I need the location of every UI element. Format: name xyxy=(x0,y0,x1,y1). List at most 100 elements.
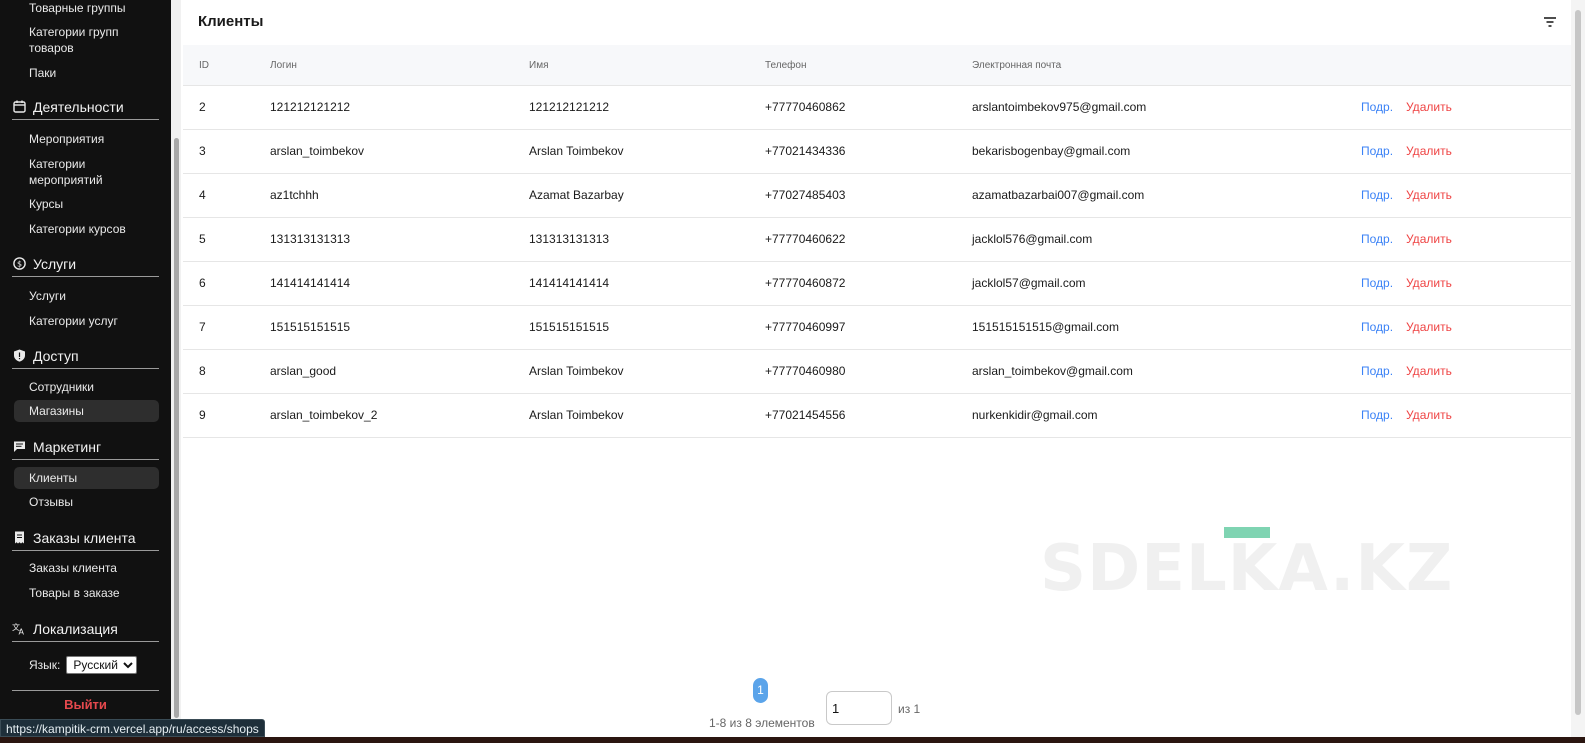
dollar-circle-icon: $ xyxy=(12,257,26,271)
cell-login: arslan_good xyxy=(270,364,337,378)
table-row: 8 arslan_good Arslan Toimbekov +77770460980… xyxy=(183,350,1571,394)
svg-text:$: $ xyxy=(16,260,21,269)
sidebar-item-clients[interactable]: Клиенты xyxy=(14,467,159,489)
cell-email: jacklol57@gmail.com xyxy=(972,276,1086,290)
cell-id: 9 xyxy=(199,408,206,422)
detail-link[interactable]: Подр. xyxy=(1361,262,1393,305)
cell-login: 131313131313 xyxy=(270,232,351,246)
detail-link[interactable]: Подр. xyxy=(1361,394,1393,437)
sidebar-item-service-categories[interactable]: Категории услуг xyxy=(14,310,159,332)
sidebar-section-localization: 文A Локализация xyxy=(12,616,159,642)
table-header: ID Логин Имя Телефон Электронная почта xyxy=(183,45,1571,86)
cell-id: 6 xyxy=(199,276,206,290)
sidebar-item-events[interactable]: Мероприятия xyxy=(14,128,159,150)
translate-icon: 文A xyxy=(12,622,26,636)
detail-link[interactable]: Подр. xyxy=(1361,350,1393,393)
sidebar-item-order-products[interactable]: Товары в заказе xyxy=(14,582,159,604)
cell-name: Azamat Bazarbay xyxy=(529,188,624,202)
table-row: 3 arslan_toimbekov Arslan Toimbekov +770214… xyxy=(183,130,1571,174)
cell-phone: +77021454556 xyxy=(765,408,846,422)
cell-id: 7 xyxy=(199,320,206,334)
sidebar-section-services: $ Услуги xyxy=(12,251,159,277)
section-title: Заказы клиента xyxy=(33,529,136,546)
detail-link[interactable]: Подр. xyxy=(1361,130,1393,173)
svg-text:A: A xyxy=(19,628,25,636)
section-title: Маркетинг xyxy=(33,438,102,455)
cell-id: 3 xyxy=(199,144,206,158)
sidebar-section-marketing: Маркетинг xyxy=(12,434,159,460)
sidebar-item-reviews[interactable]: Отзывы xyxy=(14,491,159,513)
section-title: Деятельности xyxy=(33,98,124,115)
status-bar-url: https://kampitik-crm.vercel.app/ru/acces… xyxy=(0,719,265,737)
logout-button[interactable]: Выйти xyxy=(0,697,171,712)
cell-login: 141414141414 xyxy=(270,276,351,290)
sidebar-item-packs[interactable]: Паки xyxy=(14,62,159,84)
delete-link[interactable]: Удалить xyxy=(1406,394,1452,437)
sidebar-item-event-categories[interactable]: Категории мероприятий xyxy=(14,155,159,189)
cell-email: azamatbazarbai007@gmail.com xyxy=(972,188,1145,202)
cell-phone: +77770460872 xyxy=(765,276,846,290)
sidebar-section-client-orders: Заказы клиента xyxy=(12,525,159,551)
detail-link[interactable]: Подр. xyxy=(1361,86,1393,129)
sidebar-section-access: Доступ xyxy=(12,343,159,369)
sidebar-item-employees[interactable]: Сотрудники xyxy=(14,376,159,398)
delete-link[interactable]: Удалить xyxy=(1406,218,1452,261)
message-icon xyxy=(12,440,26,454)
sidebar-item-course-categories[interactable]: Категории курсов xyxy=(14,218,159,240)
filter-icon[interactable] xyxy=(1542,14,1558,30)
cell-name: 141414141414 xyxy=(529,276,610,290)
cell-login: 151515151515 xyxy=(270,320,351,334)
cell-phone: +77770460862 xyxy=(765,100,846,114)
detail-link[interactable]: Подр. xyxy=(1361,218,1393,261)
cell-email: nurkenkidir@gmail.com xyxy=(972,408,1098,422)
column-header-email[interactable]: Электронная почта xyxy=(972,45,1061,86)
cell-phone: +77770460997 xyxy=(765,320,846,334)
page-title: Клиенты xyxy=(198,13,264,30)
delete-link[interactable]: Удалить xyxy=(1406,350,1452,393)
cell-email: 151515151515@gmail.com xyxy=(972,320,1119,334)
table-row: 5 131313131313 131313131313 +77770460622 jac… xyxy=(183,218,1571,262)
cell-email: bekarisbogenbay@gmail.com xyxy=(972,144,1131,158)
cell-login: arslan_toimbekov xyxy=(270,144,365,158)
delete-link[interactable]: Удалить xyxy=(1406,130,1452,173)
sidebar-item-product-groups[interactable]: Товарные группы xyxy=(14,0,159,19)
cell-name: Arslan Toimbekov xyxy=(529,144,624,158)
delete-link[interactable]: Удалить xyxy=(1406,86,1452,129)
sidebar-item-services[interactable]: Услуги xyxy=(14,285,159,307)
sidebar-scrollbar-thumb[interactable] xyxy=(174,138,179,718)
pagination-of-text: из 1 xyxy=(898,702,921,716)
pagination-jump-input[interactable] xyxy=(826,691,892,725)
page-scrollbar-thumb[interactable] xyxy=(1575,10,1581,715)
cell-id: 4 xyxy=(199,188,206,202)
column-header-login[interactable]: Логин xyxy=(270,45,297,86)
section-title: Локализация xyxy=(33,620,118,637)
detail-link[interactable]: Подр. xyxy=(1361,306,1393,349)
detail-link[interactable]: Подр. xyxy=(1361,174,1393,217)
column-header-name[interactable]: Имя xyxy=(529,45,548,86)
sidebar-item-client-orders[interactable]: Заказы клиента xyxy=(14,557,159,579)
delete-link[interactable]: Удалить xyxy=(1406,174,1452,217)
cell-phone: +77770460980 xyxy=(765,364,846,378)
taskbar-strip xyxy=(0,737,1585,743)
delete-link[interactable]: Удалить xyxy=(1406,306,1452,349)
sidebar-item-courses[interactable]: Курсы xyxy=(14,193,159,215)
table-row: 2 121212121212 121212121212 +77770460862 ars… xyxy=(183,86,1571,130)
cell-id: 2 xyxy=(199,100,206,114)
cell-login: az1tchhh xyxy=(270,188,319,202)
cell-phone: +77770460622 xyxy=(765,232,846,246)
section-title: Доступ xyxy=(33,347,79,364)
cell-phone: +77027485403 xyxy=(765,188,846,202)
cell-name: 151515151515 xyxy=(529,320,610,334)
sidebar-item-shops[interactable]: Магазины xyxy=(14,400,159,422)
column-header-id[interactable]: ID xyxy=(199,45,209,86)
sidebar-section-activities: Деятельности xyxy=(12,94,159,120)
pagination-page-button[interactable]: 1 xyxy=(753,678,768,703)
sidebar-item-product-group-categories[interactable]: Категории групп товаров xyxy=(14,23,159,57)
cell-login: arslan_toimbekov_2 xyxy=(270,408,378,422)
delete-link[interactable]: Удалить xyxy=(1406,262,1452,305)
cell-name: 121212121212 xyxy=(529,100,610,114)
column-header-phone[interactable]: Телефон xyxy=(765,45,806,86)
language-label: Язык: xyxy=(29,658,61,672)
cell-email: jacklol576@gmail.com xyxy=(972,232,1093,246)
language-select[interactable]: Русский xyxy=(66,656,138,674)
